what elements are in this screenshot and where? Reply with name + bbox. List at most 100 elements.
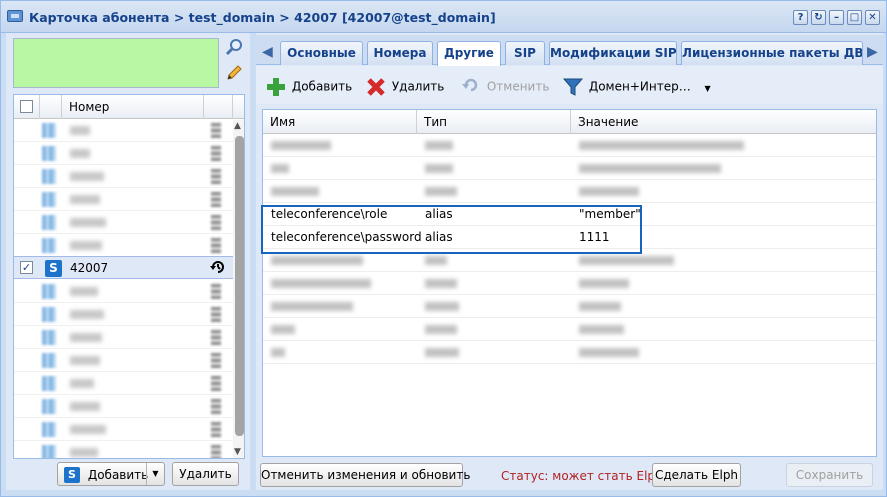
redacted-type — [425, 141, 453, 150]
redacted-status — [211, 215, 221, 230]
minimize-button[interactable]: – — [829, 10, 844, 25]
filter-area[interactable] — [13, 38, 219, 88]
scrollbar-thumb[interactable] — [235, 136, 244, 436]
properties-toolbar: Добавить Удалить Отменить Домен+Интер… ▼ — [256, 66, 883, 104]
tabs-scroll-right-icon[interactable]: ▶ — [867, 44, 878, 60]
list-item[interactable] — [14, 303, 244, 326]
redacted-status — [211, 123, 221, 138]
domain-filter-button[interactable]: Домен+Интер… ▼ — [561, 76, 711, 96]
maximize-button[interactable]: □ — [847, 10, 862, 25]
redacted-icon — [42, 353, 56, 368]
numbers-grid-header: Номер — [14, 95, 244, 119]
list-item[interactable] — [14, 119, 244, 142]
list-item[interactable] — [14, 395, 244, 418]
redacted-name — [271, 141, 331, 150]
property-name: teleconference\role — [271, 207, 388, 221]
redacted-status — [211, 146, 221, 161]
tab-numbers[interactable]: Номера — [367, 41, 433, 65]
tab-basic[interactable]: Основные — [280, 41, 363, 65]
refresh-window-button[interactable]: ↻ — [811, 10, 826, 25]
redacted-number — [70, 172, 104, 181]
redacted-number — [70, 356, 100, 365]
redacted-icon — [42, 330, 56, 345]
redacted-number — [70, 448, 98, 457]
column-value[interactable]: Значение — [571, 110, 876, 134]
table-row[interactable] — [263, 295, 876, 318]
list-item[interactable] — [14, 142, 244, 165]
table-row[interactable] — [263, 341, 876, 364]
redacted-name — [271, 164, 289, 173]
redacted-icon — [42, 284, 56, 299]
redacted-type — [425, 302, 459, 311]
list-item[interactable] — [14, 372, 244, 395]
list-item[interactable] — [14, 441, 244, 458]
select-all-checkbox[interactable] — [20, 100, 33, 113]
delete-number-button[interactable]: Удалить — [172, 462, 239, 486]
list-item[interactable] — [14, 188, 244, 211]
table-row[interactable] — [263, 157, 876, 180]
delete-property-button[interactable]: Удалить — [364, 76, 444, 96]
add-property-button[interactable]: Добавить — [264, 76, 352, 96]
list-item[interactable] — [14, 280, 244, 303]
table-row[interactable] — [263, 249, 876, 272]
numbers-scrollbar[interactable]: ▲ ▼ — [233, 120, 244, 458]
redacted-value — [579, 348, 639, 357]
redacted-number — [70, 379, 94, 388]
list-item[interactable] — [14, 326, 244, 349]
column-name[interactable]: Имя — [263, 110, 417, 134]
redacted-type — [425, 164, 453, 173]
redacted-number — [70, 149, 90, 158]
table-row[interactable] — [263, 134, 876, 157]
chevron-down-icon[interactable]: ▼ — [146, 463, 164, 485]
redacted-number — [70, 333, 102, 342]
table-row[interactable] — [263, 180, 876, 203]
property-type: alias — [425, 230, 453, 244]
redacted-number — [70, 126, 90, 135]
header-number-cell[interactable]: Номер — [62, 95, 204, 119]
tab-sip[interactable]: SIP — [505, 41, 545, 65]
tab-other[interactable]: Другие — [437, 41, 501, 66]
table-row[interactable]: teleconference\role alias "member" — [263, 203, 876, 226]
add-number-button[interactable]: S Добавить ▼ — [57, 462, 165, 486]
redacted-status — [211, 330, 221, 345]
redacted-status — [211, 353, 221, 368]
row-checkbox-checked[interactable]: ✓ — [20, 261, 33, 274]
redacted-number — [70, 310, 104, 319]
discard-and-refresh-button[interactable]: Отменить изменения и обновить — [260, 463, 470, 487]
column-type[interactable]: Тип — [417, 110, 571, 134]
redacted-value — [579, 164, 721, 173]
table-row[interactable] — [263, 272, 876, 295]
make-elph-button[interactable]: Сделать Elph — [652, 463, 741, 487]
redacted-value — [579, 325, 624, 334]
scroll-down-icon[interactable]: ▼ — [234, 447, 241, 457]
redacted-name — [271, 279, 371, 288]
redacted-value — [579, 187, 639, 196]
table-row[interactable] — [263, 318, 876, 341]
list-item[interactable] — [14, 165, 244, 188]
search-icon[interactable] — [224, 38, 244, 58]
list-item[interactable] — [14, 211, 244, 234]
titlebar[interactable]: Карточка абонента > test_domain > 42007 … — [1, 1, 886, 33]
tabs-scroll-left-icon[interactable]: ◀ — [262, 44, 273, 60]
redacted-status — [211, 376, 221, 391]
column-number-label: Номер — [69, 100, 110, 114]
property-name: teleconference\password — [271, 230, 422, 244]
table-row[interactable]: teleconference\password alias 1111 — [263, 226, 876, 249]
list-item-selected[interactable]: ✓ S 42007 — [14, 256, 244, 279]
tab-sip-modifications[interactable]: Модификации SIP — [549, 41, 677, 65]
redacted-name — [271, 302, 353, 311]
list-item[interactable] — [14, 349, 244, 372]
delete-x-icon — [364, 76, 388, 98]
redacted-type — [425, 187, 457, 196]
tab-license-packages[interactable]: Лицензионные пакеты ДВО — [681, 41, 863, 65]
redacted-status — [211, 422, 221, 437]
save-button[interactable]: Сохранить — [786, 463, 873, 487]
scroll-up-icon[interactable]: ▲ — [234, 121, 241, 131]
list-item[interactable] — [14, 418, 244, 441]
close-button[interactable]: ✕ — [865, 10, 880, 25]
list-item[interactable] — [14, 234, 244, 257]
undo-button[interactable]: Отменить — [459, 76, 549, 96]
pencil-icon[interactable] — [224, 64, 244, 84]
redacted-name — [271, 325, 295, 334]
help-button[interactable]: ? — [793, 10, 808, 25]
